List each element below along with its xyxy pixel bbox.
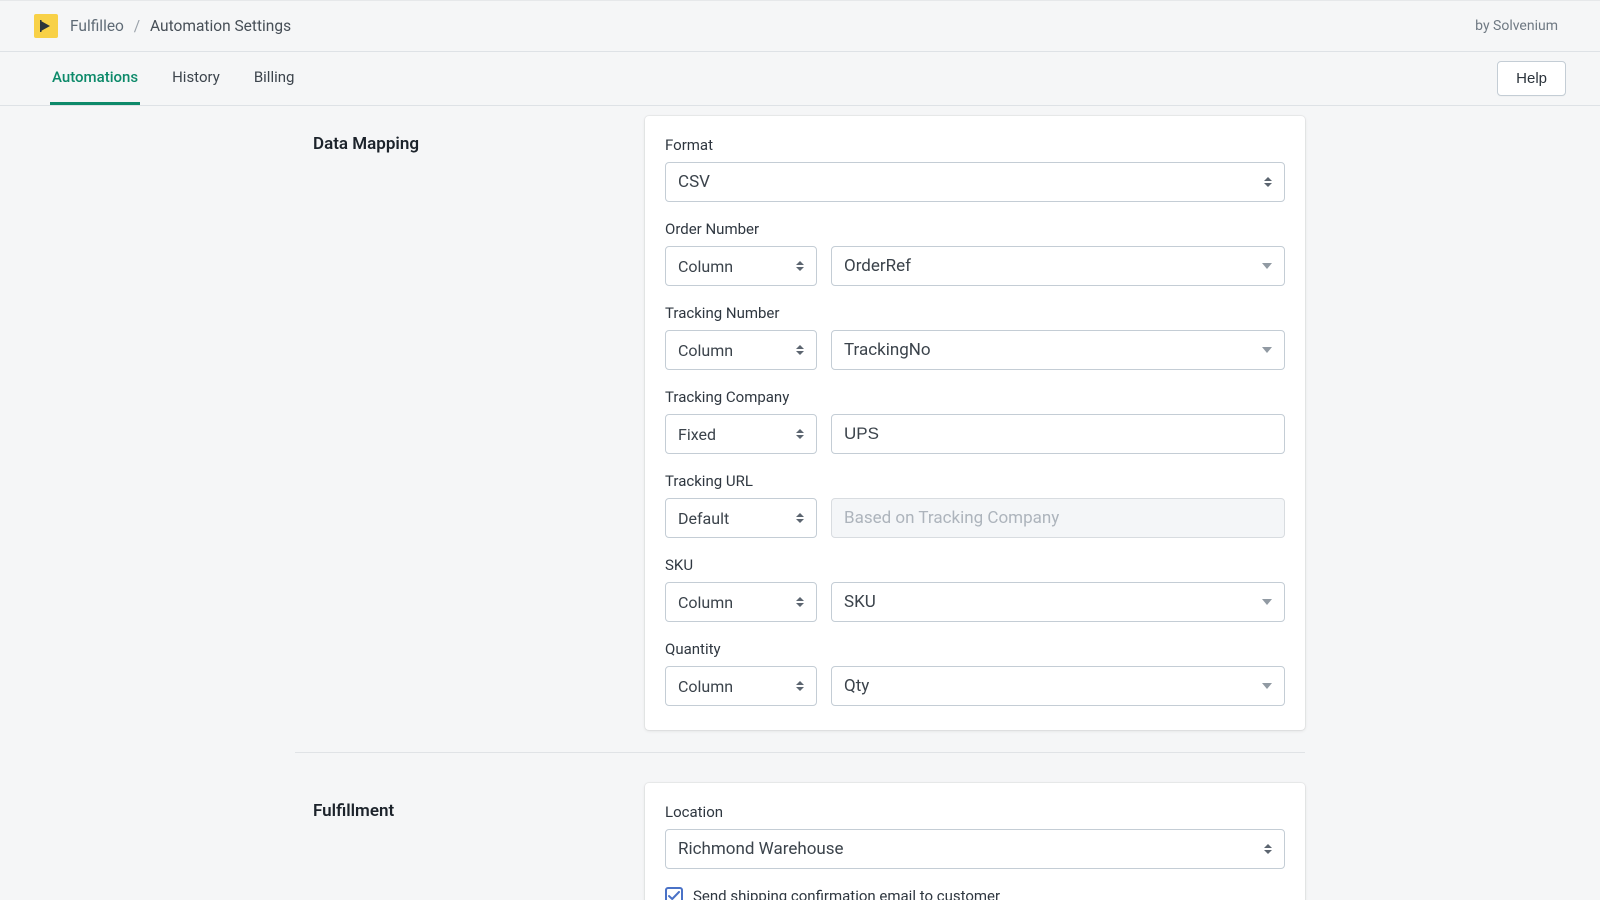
field-tracking-company: Tracking Company Fixed [665, 388, 1285, 454]
field-order-number: Order Number Column OrderRef [665, 220, 1285, 286]
chevron-down-icon [1262, 599, 1272, 605]
field-quantity: Quantity Column Qty [665, 640, 1285, 706]
app-logo [34, 14, 58, 38]
combo-quantity-value[interactable]: Qty [831, 666, 1285, 706]
chevron-down-icon [1262, 347, 1272, 353]
select-caret-icon [1262, 174, 1274, 190]
label-order-number: Order Number [665, 220, 1285, 238]
combo-order-number-value[interactable]: OrderRef [831, 246, 1285, 286]
select-caret-icon [794, 594, 806, 610]
select-caret-icon [794, 510, 806, 526]
chevron-down-icon [1262, 683, 1272, 689]
section-data-mapping: Data Mapping Format CSV Order Number Col… [295, 106, 1305, 748]
field-sku: SKU Column SKU [665, 556, 1285, 622]
app-header: Fulfilleo / Automation Settings by Solve… [0, 0, 1600, 52]
label-location: Location [665, 803, 1285, 821]
field-location: Location Richmond Warehouse [665, 803, 1285, 869]
select-caret-icon [1262, 841, 1274, 857]
tab-billing[interactable]: Billing [252, 52, 297, 105]
combo-sku-value[interactable]: SKU [831, 582, 1285, 622]
section-title-data-mapping: Data Mapping [313, 134, 645, 154]
section-fulfillment: Fulfillment Location Richmond Warehouse [295, 752, 1305, 900]
field-tracking-url: Tracking URL Default Based on Tracking C… [665, 472, 1285, 538]
label-tracking-number: Tracking Number [665, 304, 1285, 322]
select-quantity-mode[interactable]: Column [665, 666, 817, 706]
chevron-down-icon [1262, 263, 1272, 269]
field-format: Format CSV [665, 136, 1285, 202]
select-caret-icon [794, 258, 806, 274]
label-sku: SKU [665, 556, 1285, 574]
field-notify-customer: Send shipping confirmation email to cust… [665, 887, 1285, 900]
input-tracking-company-value[interactable] [831, 414, 1285, 454]
select-tracking-number-mode[interactable]: Column [665, 330, 817, 370]
field-tracking-number: Tracking Number Column TrackingNo [665, 304, 1285, 370]
label-notify-customer: Send shipping confirmation email to cust… [693, 887, 1000, 900]
tab-history[interactable]: History [170, 52, 222, 105]
breadcrumb-sep: / [134, 17, 140, 35]
select-location[interactable]: Richmond Warehouse [665, 829, 1285, 869]
input-tracking-url-value: Based on Tracking Company [831, 498, 1285, 538]
help-button[interactable]: Help [1497, 61, 1566, 96]
checkbox-notify-customer[interactable] [665, 887, 683, 900]
combo-tracking-number-value[interactable]: TrackingNo [831, 330, 1285, 370]
select-format[interactable]: CSV [665, 162, 1285, 202]
section-title-fulfillment: Fulfillment [313, 801, 645, 821]
select-caret-icon [794, 342, 806, 358]
select-tracking-company-mode[interactable]: Fixed [665, 414, 817, 454]
tab-automations[interactable]: Automations [50, 52, 140, 105]
card-data-mapping: Format CSV Order Number Column [645, 116, 1305, 730]
label-tracking-company: Tracking Company [665, 388, 1285, 406]
select-sku-mode[interactable]: Column [665, 582, 817, 622]
label-tracking-url: Tracking URL [665, 472, 1285, 490]
select-location-value: Richmond Warehouse [678, 839, 844, 859]
breadcrumb-app[interactable]: Fulfilleo [70, 17, 124, 35]
vendor-label: by Solvenium [1475, 18, 1558, 34]
label-quantity: Quantity [665, 640, 1285, 658]
select-caret-icon [794, 426, 806, 442]
select-tracking-url-mode[interactable]: Default [665, 498, 817, 538]
tabs-bar: Automations History Billing Help [0, 52, 1600, 106]
label-format: Format [665, 136, 1285, 154]
select-order-number-mode[interactable]: Column [665, 246, 817, 286]
breadcrumb-page: Automation Settings [150, 17, 291, 35]
breadcrumb: Fulfilleo / Automation Settings [70, 17, 291, 35]
card-fulfillment: Location Richmond Warehouse Send shippin… [645, 783, 1305, 900]
page-body: Data Mapping Format CSV Order Number Col… [0, 106, 1600, 900]
select-caret-icon [794, 678, 806, 694]
select-format-value: CSV [678, 172, 710, 192]
